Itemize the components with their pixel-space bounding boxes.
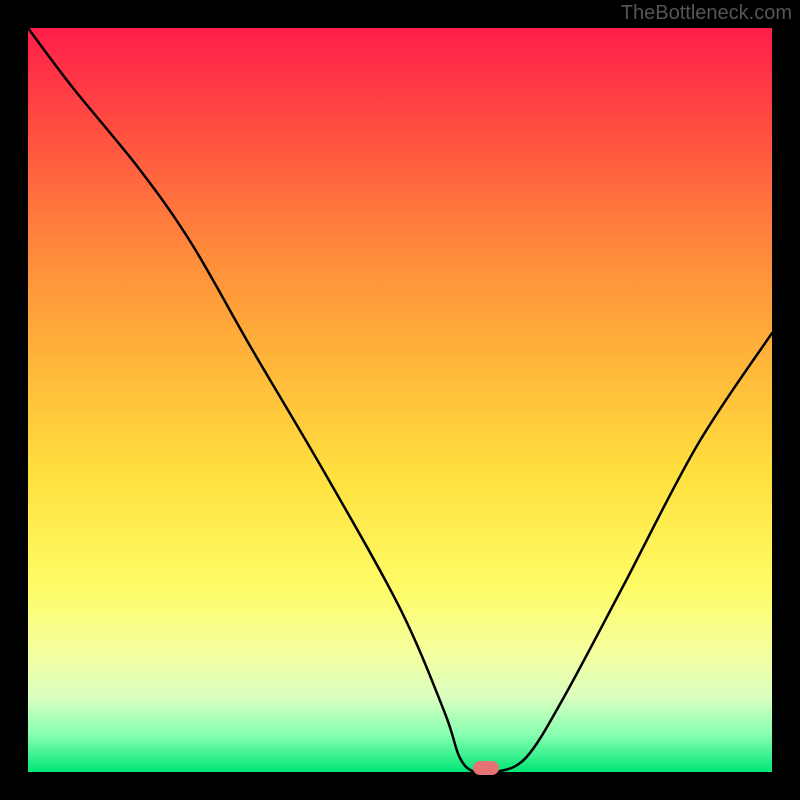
attribution-label: TheBottleneck.com: [621, 2, 792, 25]
plot-area: [28, 28, 772, 772]
optimal-point-marker: [473, 761, 499, 775]
chart-container: TheBottleneck.com: [0, 0, 800, 800]
bottleneck-curve: [28, 28, 772, 772]
